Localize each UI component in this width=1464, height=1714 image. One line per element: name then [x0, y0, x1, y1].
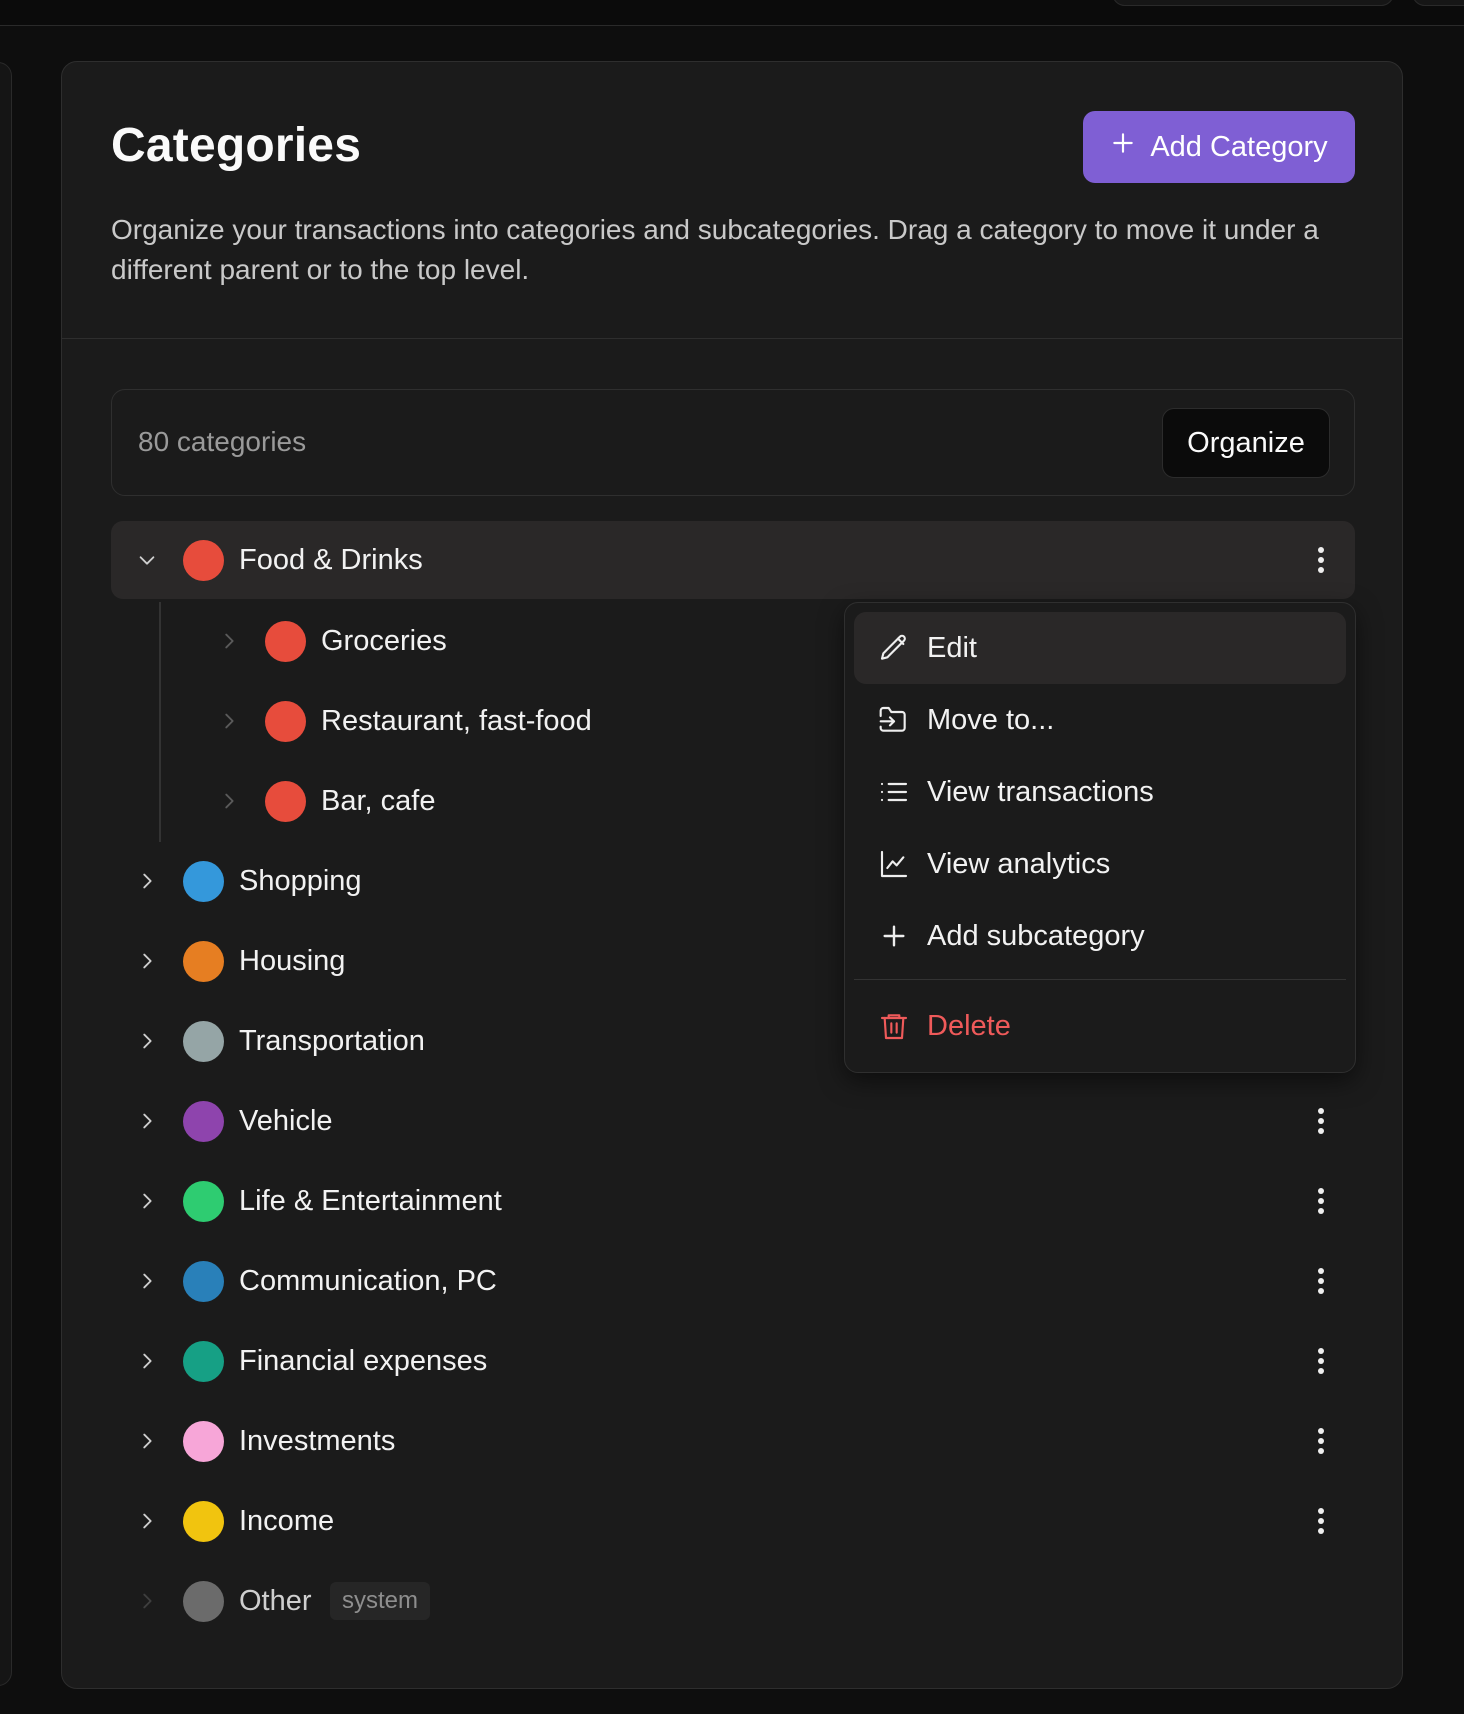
chevron-down-icon[interactable]	[135, 548, 159, 572]
category-label: Investments	[239, 1424, 396, 1457]
add-category-label: Add Category	[1150, 130, 1328, 163]
category-color-dot	[265, 700, 306, 742]
pencil-icon	[877, 631, 911, 665]
menu-item-edit[interactable]: Edit	[854, 612, 1346, 684]
more-vertical-icon[interactable]	[1307, 1101, 1335, 1141]
category-context-menu: Edit Move to... View transactions View a…	[844, 602, 1356, 1073]
folder-input-icon	[877, 703, 911, 737]
organize-button[interactable]: Organize	[1162, 408, 1330, 478]
category-label: Communication, PC	[239, 1264, 497, 1297]
category-color-dot	[183, 940, 224, 982]
chevron-right-icon[interactable]	[135, 1189, 159, 1213]
chevron-right-icon[interactable]	[135, 1109, 159, 1133]
page-title: Categories	[111, 119, 362, 172]
category-label: Life & Entertainment	[239, 1184, 502, 1217]
chevron-right-icon[interactable]	[135, 1349, 159, 1373]
category-row-communication[interactable]: Communication, PC	[111, 1242, 1355, 1320]
chevron-right-icon[interactable]	[135, 1029, 159, 1053]
category-label: Shopping	[239, 864, 362, 897]
category-row-other[interactable]: Other system	[111, 1562, 1355, 1640]
category-label: Food & Drinks	[239, 543, 423, 576]
category-row-food-drinks[interactable]: Food & Drinks	[111, 521, 1355, 599]
category-color-dot	[183, 1340, 224, 1382]
category-label: Financial expenses	[239, 1344, 488, 1377]
add-category-button[interactable]: Add Category	[1083, 111, 1355, 183]
category-label: Restaurant, fast-food	[321, 704, 592, 737]
plus-icon	[877, 919, 911, 953]
category-color-dot	[183, 1180, 224, 1222]
category-label: Other	[239, 1584, 312, 1617]
category-color-dot	[183, 1580, 224, 1622]
card-header: Categories Add Category Organize your tr…	[62, 62, 1402, 339]
top-bar-control[interactable]	[1112, 0, 1394, 6]
category-label: Housing	[239, 944, 346, 977]
plus-icon	[1110, 130, 1136, 164]
category-label: Bar, cafe	[321, 784, 436, 817]
menu-item-delete[interactable]: Delete	[854, 990, 1346, 1062]
category-color-dot	[183, 1260, 224, 1302]
more-vertical-icon[interactable]	[1307, 1181, 1335, 1221]
line-chart-icon	[877, 847, 911, 881]
chevron-right-icon[interactable]	[135, 869, 159, 893]
left-sidebar-edge	[0, 62, 12, 1686]
chevron-right-icon[interactable]	[217, 709, 241, 733]
more-vertical-icon[interactable]	[1307, 1261, 1335, 1301]
more-vertical-icon[interactable]	[1307, 540, 1335, 580]
chevron-right-icon[interactable]	[135, 1429, 159, 1453]
category-color-dot	[183, 860, 224, 902]
trash-icon	[877, 1009, 911, 1043]
chevron-right-icon[interactable]	[135, 1509, 159, 1533]
top-bar-control-secondary[interactable]	[1412, 0, 1464, 6]
categories-card: Categories Add Category Organize your tr…	[61, 61, 1403, 1689]
menu-item-view-transactions[interactable]: View transactions	[854, 756, 1346, 828]
category-label: Vehicle	[239, 1104, 333, 1137]
more-vertical-icon[interactable]	[1307, 1341, 1335, 1381]
menu-divider	[854, 979, 1346, 980]
chevron-right-icon[interactable]	[217, 629, 241, 653]
menu-item-move[interactable]: Move to...	[854, 684, 1346, 756]
category-color-dot	[183, 1100, 224, 1142]
category-label: Transportation	[239, 1024, 425, 1057]
category-label: Income	[239, 1504, 335, 1537]
menu-item-add-subcategory[interactable]: Add subcategory	[854, 900, 1346, 972]
chevron-right-icon[interactable]	[135, 1269, 159, 1293]
more-vertical-icon[interactable]	[1307, 1421, 1335, 1461]
more-vertical-icon[interactable]	[1307, 1501, 1335, 1541]
category-row-investments[interactable]: Investments	[111, 1402, 1355, 1480]
category-count: 80 categories	[138, 426, 307, 457]
category-row-income[interactable]: Income	[111, 1482, 1355, 1560]
list-icon	[877, 775, 911, 809]
category-color-dot	[183, 1500, 224, 1542]
categories-toolbar: 80 categories Organize	[111, 389, 1355, 496]
category-row-vehicle[interactable]: Vehicle	[111, 1082, 1355, 1160]
top-bar	[0, 0, 1464, 26]
chevron-right-icon[interactable]	[217, 789, 241, 813]
category-color-dot	[183, 1020, 224, 1062]
chevron-right-icon[interactable]	[135, 949, 159, 973]
category-row-financial[interactable]: Financial expenses	[111, 1322, 1355, 1400]
system-badge: system	[330, 1582, 431, 1620]
category-label: Groceries	[321, 624, 447, 657]
page-description: Organize your transactions into categori…	[111, 214, 1319, 285]
chevron-right-icon	[135, 1589, 159, 1613]
category-color-dot	[265, 780, 306, 822]
menu-item-view-analytics[interactable]: View analytics	[854, 828, 1346, 900]
category-color-dot	[265, 620, 306, 662]
category-row-life-entertainment[interactable]: Life & Entertainment	[111, 1162, 1355, 1240]
category-color-dot	[183, 1420, 224, 1462]
category-color-dot	[183, 539, 224, 581]
